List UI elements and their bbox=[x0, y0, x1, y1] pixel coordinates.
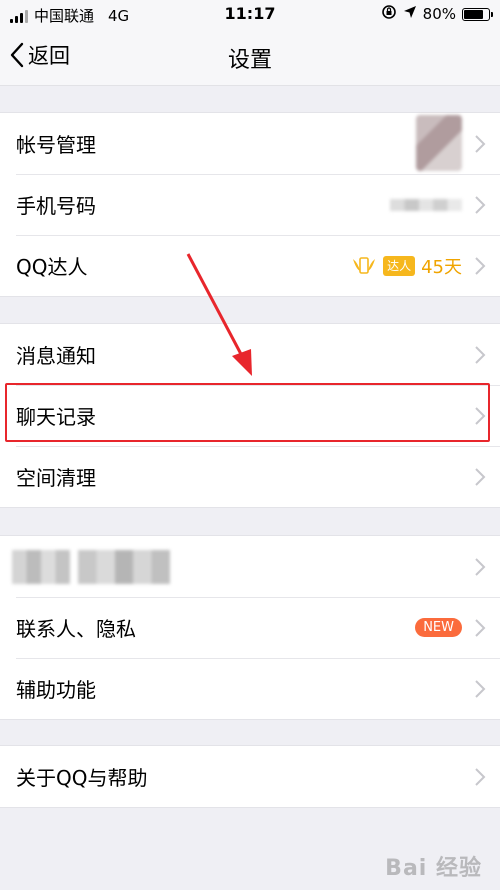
blurred-setting-row[interactable] bbox=[0, 536, 500, 597]
row-label: 聊天记录 bbox=[16, 405, 96, 429]
qq-master-days: 45天 bbox=[421, 256, 462, 278]
chevron-right-icon bbox=[475, 468, 486, 486]
contacts-privacy-row[interactable]: 联系人、隐私 NEW bbox=[0, 597, 500, 658]
battery-icon bbox=[462, 7, 493, 21]
new-badge: NEW bbox=[415, 618, 462, 637]
row-label: 辅助功能 bbox=[16, 678, 96, 702]
chevron-right-icon bbox=[475, 135, 486, 153]
accessibility-row[interactable]: 辅助功能 bbox=[0, 658, 500, 719]
about-help-row[interactable]: 关于QQ与帮助 bbox=[0, 746, 500, 807]
phone-number-value bbox=[390, 199, 462, 211]
qq-master-badge: 达人 bbox=[383, 255, 416, 276]
chevron-right-icon bbox=[475, 196, 486, 214]
row-label: 联系人、隐私 bbox=[16, 617, 136, 641]
status-bar: 中国联通 4G 11:17 80% bbox=[0, 0, 500, 30]
page-title: 设置 bbox=[227, 48, 272, 73]
chevron-right-icon bbox=[475, 407, 486, 425]
rotation-lock-icon bbox=[381, 4, 397, 24]
row-label: 关于QQ与帮助 bbox=[16, 766, 148, 790]
chevron-right-icon bbox=[475, 768, 486, 786]
blurred-label bbox=[12, 550, 170, 584]
storage-cleanup-row[interactable]: 空间清理 bbox=[0, 446, 500, 507]
messages-section: 消息通知 聊天记录 空间清理 bbox=[0, 323, 500, 508]
row-label: 空间清理 bbox=[16, 466, 96, 490]
chevron-right-icon bbox=[475, 680, 486, 698]
avatar bbox=[416, 115, 462, 171]
watermark-logo: Bai 经验 bbox=[385, 856, 482, 881]
privacy-section: 联系人、隐私 NEW 辅助功能 bbox=[0, 535, 500, 720]
account-management-row[interactable]: 帐号管理 bbox=[0, 113, 500, 174]
row-label: 手机号码 bbox=[16, 194, 96, 218]
nav-bar: 返回 设置 bbox=[0, 30, 500, 86]
row-label: QQ达人 bbox=[16, 255, 88, 279]
qq-master-row[interactable]: QQ达人 达人 45天 bbox=[0, 235, 500, 296]
location-icon bbox=[403, 5, 417, 23]
chevron-right-icon bbox=[475, 346, 486, 364]
chevron-right-icon bbox=[475, 558, 486, 576]
wings-icon bbox=[353, 256, 376, 274]
chevron-right-icon bbox=[475, 619, 486, 637]
phone-number-row[interactable]: 手机号码 bbox=[0, 174, 500, 235]
chevron-right-icon bbox=[475, 257, 486, 275]
row-label: 帐号管理 bbox=[16, 133, 96, 157]
row-label: 消息通知 bbox=[16, 344, 96, 368]
account-section: 帐号管理 手机号码 QQ达人 达人 45天 bbox=[0, 112, 500, 297]
about-section: 关于QQ与帮助 bbox=[0, 745, 500, 808]
chat-history-row[interactable]: 聊天记录 bbox=[0, 385, 500, 446]
battery-percent: 80% bbox=[422, 5, 456, 23]
message-notification-row[interactable]: 消息通知 bbox=[0, 324, 500, 385]
